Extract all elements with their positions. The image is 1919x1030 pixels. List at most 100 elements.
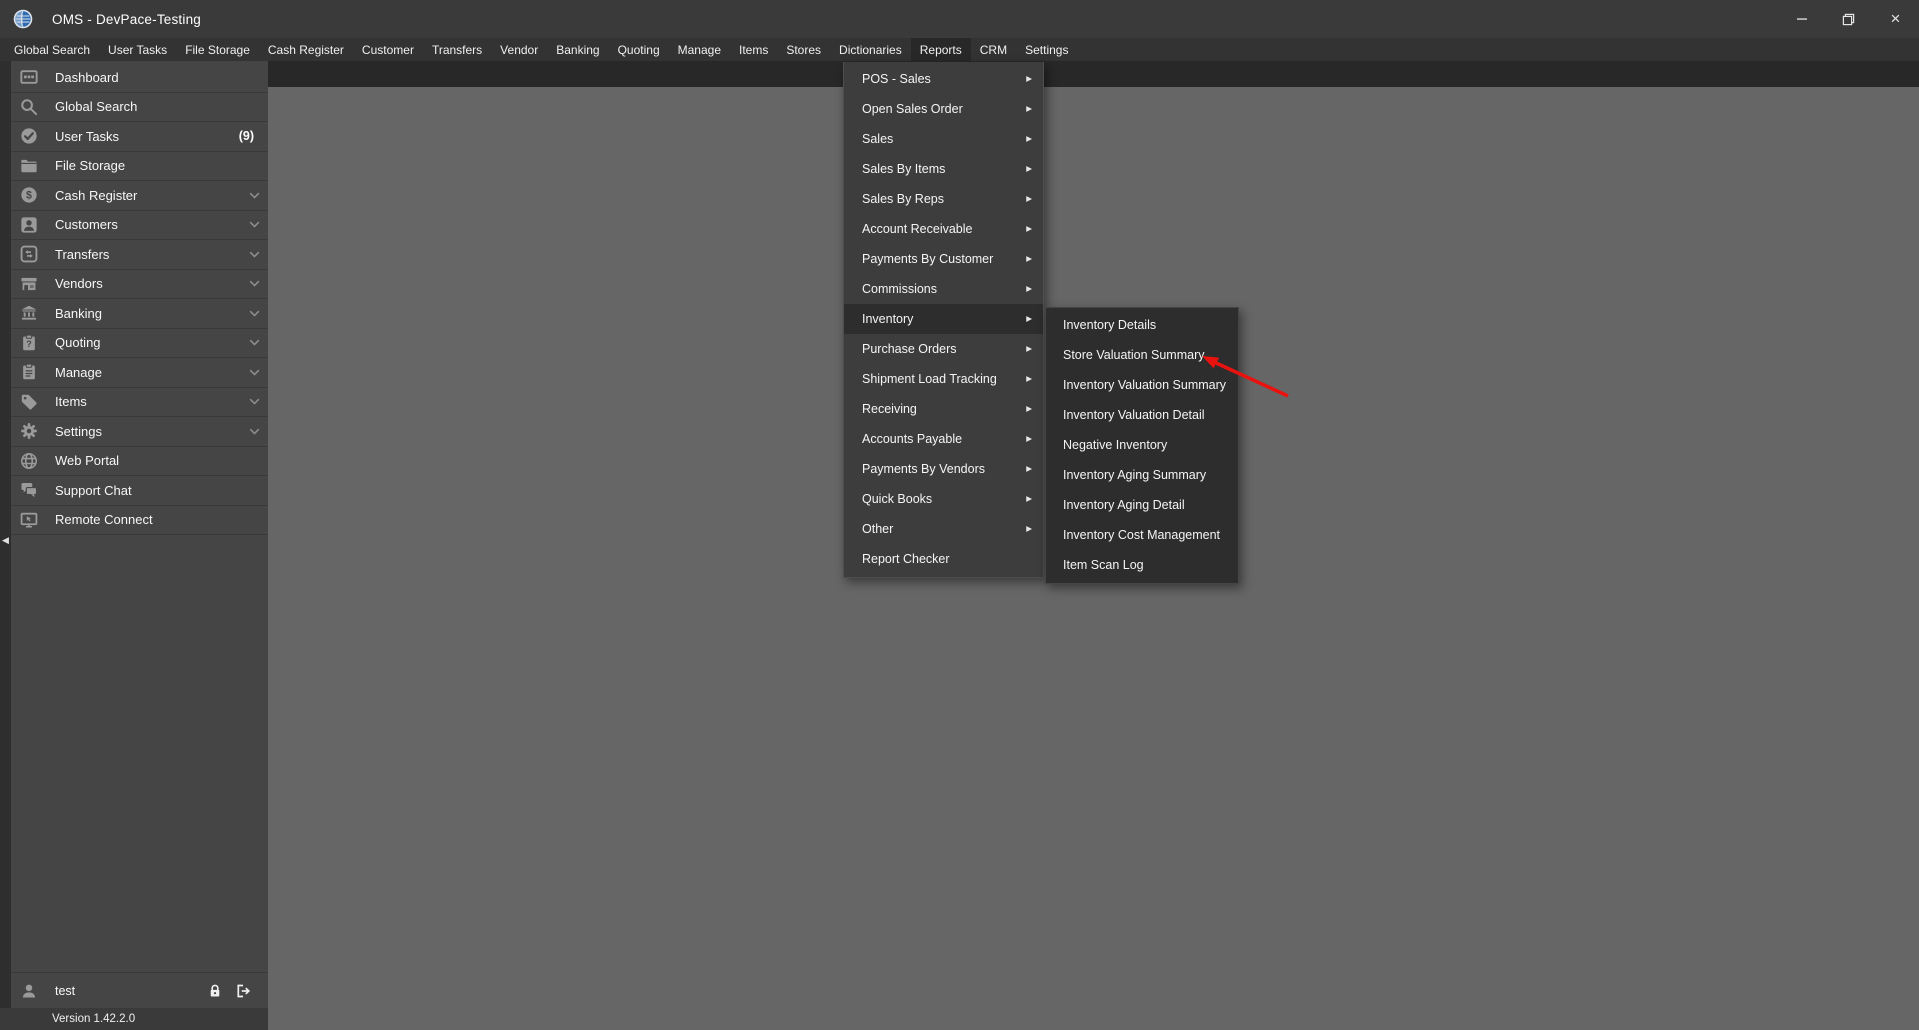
menu-stores[interactable]: Stores — [777, 38, 830, 61]
reports-menu-quick-books[interactable]: Quick Books ▶ — [844, 484, 1043, 514]
reports-menu-report-checker[interactable]: Report Checker — [844, 544, 1043, 574]
bank-icon — [18, 304, 40, 322]
menu-item-label: Sales — [862, 132, 894, 146]
sidebar-item-manage[interactable]: Manage — [11, 358, 268, 388]
sidebar-item-dashboard[interactable]: Dashboard — [11, 63, 268, 93]
menu-item-label: Receiving — [862, 402, 917, 416]
chevron-down-icon — [249, 280, 260, 287]
reports-menu-payments-by-customer[interactable]: Payments By Customer ▶ — [844, 244, 1043, 274]
submenu-negative-inventory[interactable]: Negative Inventory — [1046, 430, 1238, 460]
submenu-inventory-valuation-summary[interactable]: Inventory Valuation Summary — [1046, 370, 1238, 400]
menu-banking[interactable]: Banking — [547, 38, 608, 61]
titlebar: OMS - DevPace-Testing × — [0, 0, 1919, 38]
menu-items[interactable]: Items — [730, 38, 777, 61]
chevron-down-icon — [249, 310, 260, 317]
sidebar-item-label: Settings — [55, 423, 102, 439]
dashboard-icon — [18, 68, 40, 86]
menu-transfers[interactable]: Transfers — [423, 38, 491, 61]
submenu-store-valuation-summary[interactable]: Store Valuation Summary — [1046, 340, 1238, 370]
reports-menu-purchase-orders[interactable]: Purchase Orders ▶ — [844, 334, 1043, 364]
menu-user-tasks[interactable]: User Tasks — [99, 38, 176, 61]
sidebar-item-label: Quoting — [55, 335, 101, 351]
submenu-item-scan-log[interactable]: Item Scan Log — [1046, 550, 1238, 580]
reports-dropdown-menu: POS - Sales ▶ Open Sales Order ▶ Sales ▶ Sa… — [843, 62, 1044, 578]
logout-icon[interactable] — [234, 983, 251, 999]
sidebar-item-support-chat[interactable]: Support Chat — [11, 476, 268, 506]
sidebar-item-file-storage[interactable]: File Storage — [11, 152, 268, 181]
submenu-arrow-icon: ▶ — [1026, 524, 1032, 534]
submenu-inventory-aging-summary[interactable]: Inventory Aging Summary — [1046, 460, 1238, 490]
reports-menu-sales-by-items[interactable]: Sales By Items ▶ — [844, 154, 1043, 184]
submenu-arrow-icon: ▶ — [1026, 74, 1032, 84]
reports-menu-receiving[interactable]: Receiving ▶ — [844, 394, 1043, 424]
sidebar-item-remote-connect[interactable]: Remote Connect — [11, 506, 268, 535]
menu-global-search[interactable]: Global Search — [5, 38, 99, 61]
sidebar-item-vendors[interactable]: Vendors — [11, 270, 268, 299]
menu-item-label: Commissions — [862, 282, 938, 296]
menu-settings[interactable]: Settings — [1016, 38, 1077, 61]
menu-quoting[interactable]: Quoting — [609, 38, 669, 61]
menu-item-label: Sales By Reps — [862, 192, 944, 206]
submenu-inventory-valuation-detail[interactable]: Inventory Valuation Detail — [1046, 400, 1238, 430]
clipboard-question-icon: ? — [18, 334, 40, 352]
sidebar-item-quoting[interactable]: ? Quoting — [11, 329, 268, 358]
storefront-icon — [18, 275, 40, 293]
reports-menu-shipment-load-tracking[interactable]: Shipment Load Tracking ▶ — [844, 364, 1043, 394]
reports-menu-sales[interactable]: Sales ▶ — [844, 124, 1043, 154]
sidebar-item-global-search[interactable]: Global Search — [11, 93, 268, 122]
sidebar-item-web-portal[interactable]: Web Portal — [11, 447, 268, 476]
submenu-inventory-aging-detail[interactable]: Inventory Aging Detail — [1046, 490, 1238, 520]
search-icon — [18, 98, 40, 116]
submenu-inventory-cost-management[interactable]: Inventory Cost Management — [1046, 520, 1238, 550]
menu-manage[interactable]: Manage — [669, 38, 730, 61]
sidebar-item-customers[interactable]: Customers — [11, 211, 268, 240]
menu-item-label: Sales By Items — [862, 162, 946, 176]
window-controls: × — [1778, 0, 1919, 38]
user-area: test — [11, 972, 268, 1008]
reports-menu-payments-by-vendors[interactable]: Payments By Vendors ▶ — [844, 454, 1043, 484]
menu-item-label: Payments By Vendors — [862, 462, 985, 476]
lock-icon[interactable] — [207, 983, 223, 999]
reports-menu-commissions[interactable]: Commissions ▶ — [844, 274, 1043, 304]
sidebar-item-label: Remote Connect — [55, 512, 153, 528]
person-card-icon — [18, 216, 40, 234]
menu-customer[interactable]: Customer — [353, 38, 423, 61]
menu-item-label: Report Checker — [862, 552, 950, 566]
sidebar-item-banking[interactable]: Banking — [11, 299, 268, 329]
menu-cash-register[interactable]: Cash Register — [259, 38, 353, 61]
restore-button[interactable] — [1825, 0, 1872, 38]
reports-menu-accounts-payable[interactable]: Accounts Payable ▶ — [844, 424, 1043, 454]
sidebar-item-label: Dashboard — [55, 69, 119, 85]
reports-menu-pos-sales[interactable]: POS - Sales ▶ — [844, 64, 1043, 94]
sidebar-item-label: Items — [55, 394, 87, 410]
sidebar-item-cash-register[interactable]: $ Cash Register — [11, 181, 268, 211]
sidebar-item-user-tasks[interactable]: User Tasks (9) — [11, 122, 268, 152]
folder-icon — [18, 157, 40, 175]
sidebar-item-settings[interactable]: Settings — [11, 417, 268, 447]
user-avatar-icon — [18, 982, 40, 1000]
menu-crm[interactable]: CRM — [971, 38, 1016, 61]
user-actions — [207, 983, 251, 999]
reports-menu-open-sales-order[interactable]: Open Sales Order ▶ — [844, 94, 1043, 124]
sidebar-item-label: User Tasks — [55, 128, 120, 144]
menu-dictionaries[interactable]: Dictionaries — [830, 38, 911, 61]
sidebar-collapse-icon[interactable]: ◀ — [0, 535, 11, 546]
sidebar-item-transfers[interactable]: Transfers — [11, 240, 268, 270]
reports-menu-account-receivable[interactable]: Account Receivable ▶ — [844, 214, 1043, 244]
reports-menu-sales-by-reps[interactable]: Sales By Reps ▶ — [844, 184, 1043, 214]
svg-text:$: $ — [26, 190, 32, 202]
submenu-inventory-details[interactable]: Inventory Details — [1046, 310, 1238, 340]
sidebar-item-label: File Storage — [55, 158, 126, 174]
minimize-button[interactable] — [1778, 0, 1825, 38]
submenu-arrow-icon: ▶ — [1026, 164, 1032, 174]
menu-item-label: Quick Books — [862, 492, 933, 506]
menu-reports[interactable]: Reports — [910, 38, 971, 61]
sidebar-item-label: Vendors — [55, 276, 103, 292]
menu-vendor[interactable]: Vendor — [491, 38, 547, 61]
reports-menu-inventory[interactable]: Inventory ▶ — [844, 304, 1043, 334]
sidebar-item-items[interactable]: Items — [11, 388, 268, 417]
close-button[interactable]: × — [1872, 0, 1919, 38]
sidebar-items: Dashboard Global Search User Tasks (9) F… — [11, 63, 268, 535]
reports-menu-other[interactable]: Other ▶ — [844, 514, 1043, 544]
menu-file-storage[interactable]: File Storage — [176, 38, 259, 61]
